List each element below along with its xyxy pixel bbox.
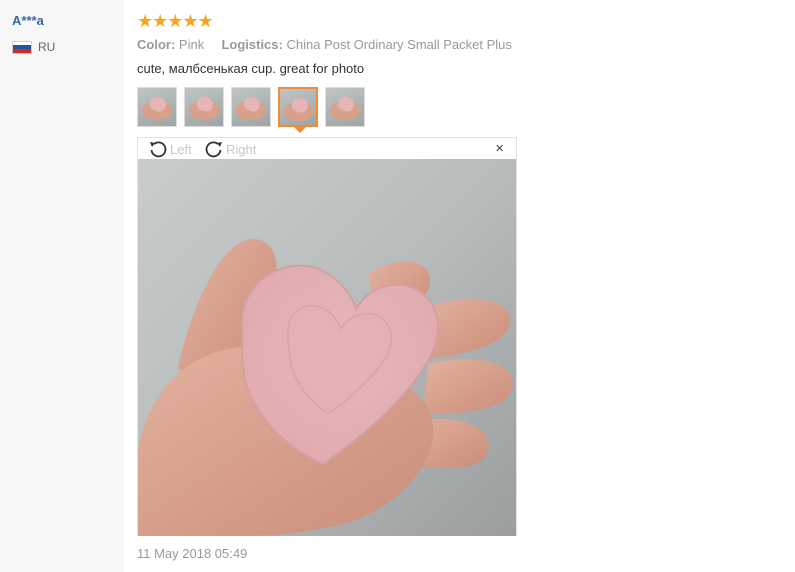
color-label: Color:	[137, 37, 176, 52]
reviewer-country: RU	[12, 40, 55, 54]
close-viewer-button[interactable]: ×	[495, 140, 504, 157]
hand-holding-heart-dish-image	[138, 159, 516, 536]
reviewer-column: A***a RU	[0, 0, 124, 572]
rotate-right-label: Right	[226, 141, 257, 157]
photo-thumbnail[interactable]	[325, 87, 365, 127]
rotate-right-icon	[205, 141, 222, 158]
country-code: RU	[38, 40, 56, 54]
logistics-label: Logistics:	[221, 37, 283, 52]
rotate-right-button[interactable]: Right	[204, 139, 256, 159]
order-info: Color: Pink Logistics: China Post Ordina…	[137, 37, 512, 52]
photo-thumbnail-active[interactable]	[278, 87, 318, 127]
reviewer-name[interactable]: A***a	[12, 13, 44, 28]
review-text: cute, малбсенькая cup. great for photo	[137, 61, 365, 76]
photo-thumbnail[interactable]	[184, 87, 224, 127]
star-rating: ★★★★★	[137, 11, 214, 31]
rotate-left-label: Left	[170, 141, 192, 157]
rotate-left-button[interactable]: Left	[148, 139, 192, 159]
photo-viewer: Left Right ×	[137, 137, 517, 536]
photo-thumbnail[interactable]	[137, 87, 177, 127]
viewer-toolbar: Left Right ×	[138, 138, 516, 159]
color-value: Pink	[178, 37, 205, 52]
rotate-left-icon	[150, 141, 167, 158]
review-photo	[138, 159, 516, 536]
photo-thumbnails	[137, 87, 372, 127]
review-date: 11 May 2018 05:49	[137, 546, 248, 561]
russia-flag-icon	[12, 40, 32, 54]
active-thumbnail-caret-icon	[294, 127, 306, 133]
photo-thumbnail[interactable]	[231, 87, 271, 127]
logistics-value: China Post Ordinary Small Packet Plus	[286, 37, 512, 52]
